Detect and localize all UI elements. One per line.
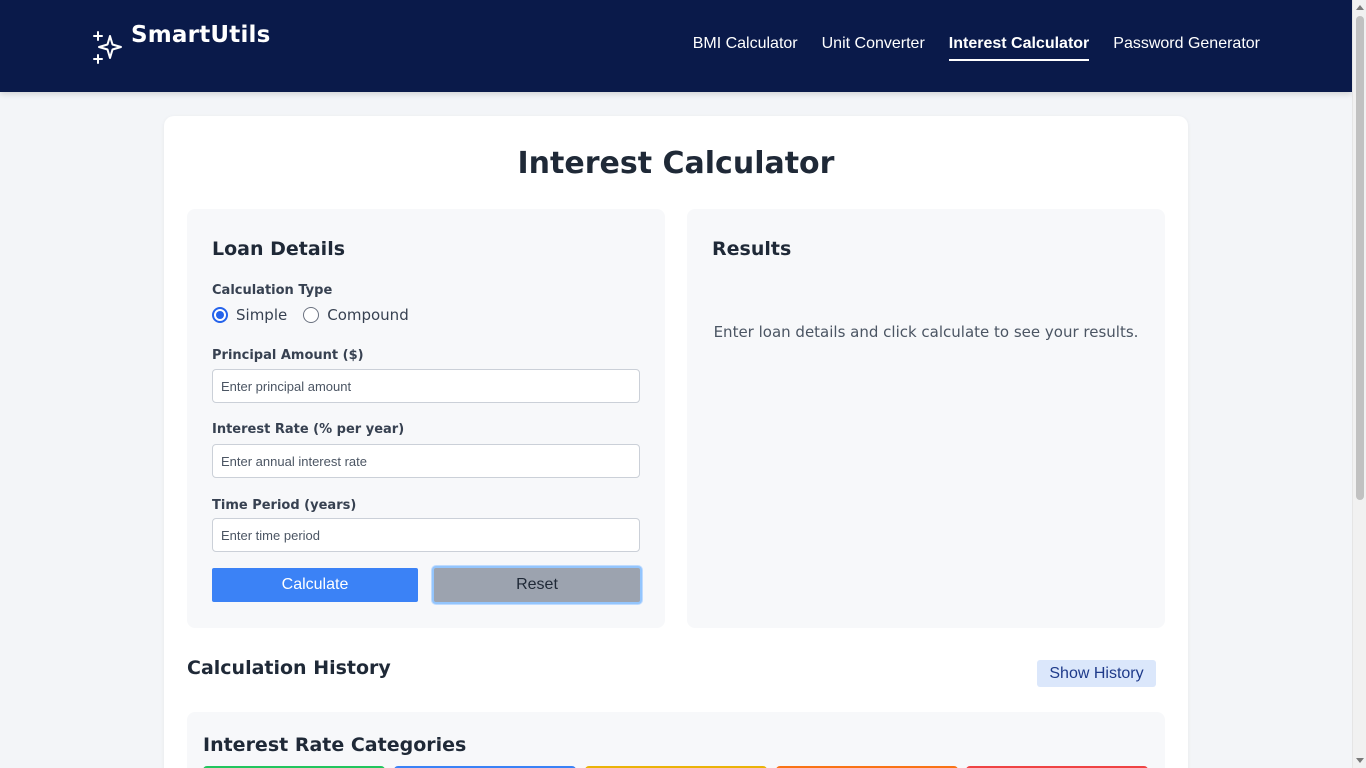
radio-compound-button[interactable] <box>303 307 320 323</box>
calculator-card: Interest Calculator Loan Details Calcula… <box>164 116 1188 768</box>
loan-details-panel: Loan Details Calculation Type Simple Com… <box>187 209 665 628</box>
calculation-type-label: Calculation Type <box>212 283 333 298</box>
calculation-history-heading: Calculation History <box>187 657 391 679</box>
radio-simple-label: Simple <box>236 306 288 324</box>
results-heading: Results <box>712 238 792 260</box>
sparkles-icon <box>93 31 122 64</box>
time-period-input[interactable] <box>212 518 640 552</box>
show-history-button[interactable]: Show History <box>1037 660 1156 687</box>
radio-simple[interactable]: Simple <box>212 306 287 324</box>
radio-compound[interactable]: Compound <box>303 306 409 324</box>
interest-rate-categories: Interest Rate Categories <box>187 712 1165 768</box>
time-period-label: Time Period (years) <box>212 498 357 513</box>
loan-details-heading: Loan Details <box>212 238 346 260</box>
nav-unit-converter[interactable]: Unit Converter <box>822 35 925 61</box>
results-panel: Results Enter loan details and click cal… <box>687 209 1165 628</box>
brand-logo[interactable]: SmartUtils <box>93 22 271 66</box>
nav-interest-calculator[interactable]: Interest Calculator <box>948 35 1090 61</box>
top-navbar: SmartUtils BMI Calculator Unit Converter… <box>0 0 1352 92</box>
interest-rate-input[interactable] <box>212 444 640 478</box>
nav-password-generator[interactable]: Password Generator <box>1113 35 1260 61</box>
interest-rate-label: Interest Rate (% per year) <box>212 422 405 437</box>
principal-input[interactable] <box>212 369 640 403</box>
scroll-thumb[interactable] <box>1356 16 1364 500</box>
calculate-button[interactable]: Calculate <box>212 568 418 602</box>
nav-bmi-calculator[interactable]: BMI Calculator <box>693 35 798 61</box>
scroll-up-arrow-icon[interactable] <box>1356 5 1364 10</box>
brand-name: SmartUtils <box>131 22 271 48</box>
reset-button[interactable]: Reset <box>432 566 642 604</box>
calculation-type-group: Simple Compound <box>212 306 425 324</box>
scroll-down-arrow-icon[interactable] <box>1356 758 1364 763</box>
radio-compound-label: Compound <box>327 306 409 324</box>
principal-label: Principal Amount ($) <box>212 348 364 363</box>
page-scrollbar[interactable] <box>1352 0 1366 768</box>
page-title: Interest Calculator <box>517 146 835 181</box>
categories-heading: Interest Rate Categories <box>203 734 467 756</box>
results-empty-message: Enter loan details and click calculate t… <box>713 323 1139 341</box>
main-nav: BMI Calculator Unit Converter Interest C… <box>693 35 1260 61</box>
radio-simple-button[interactable] <box>212 307 228 323</box>
